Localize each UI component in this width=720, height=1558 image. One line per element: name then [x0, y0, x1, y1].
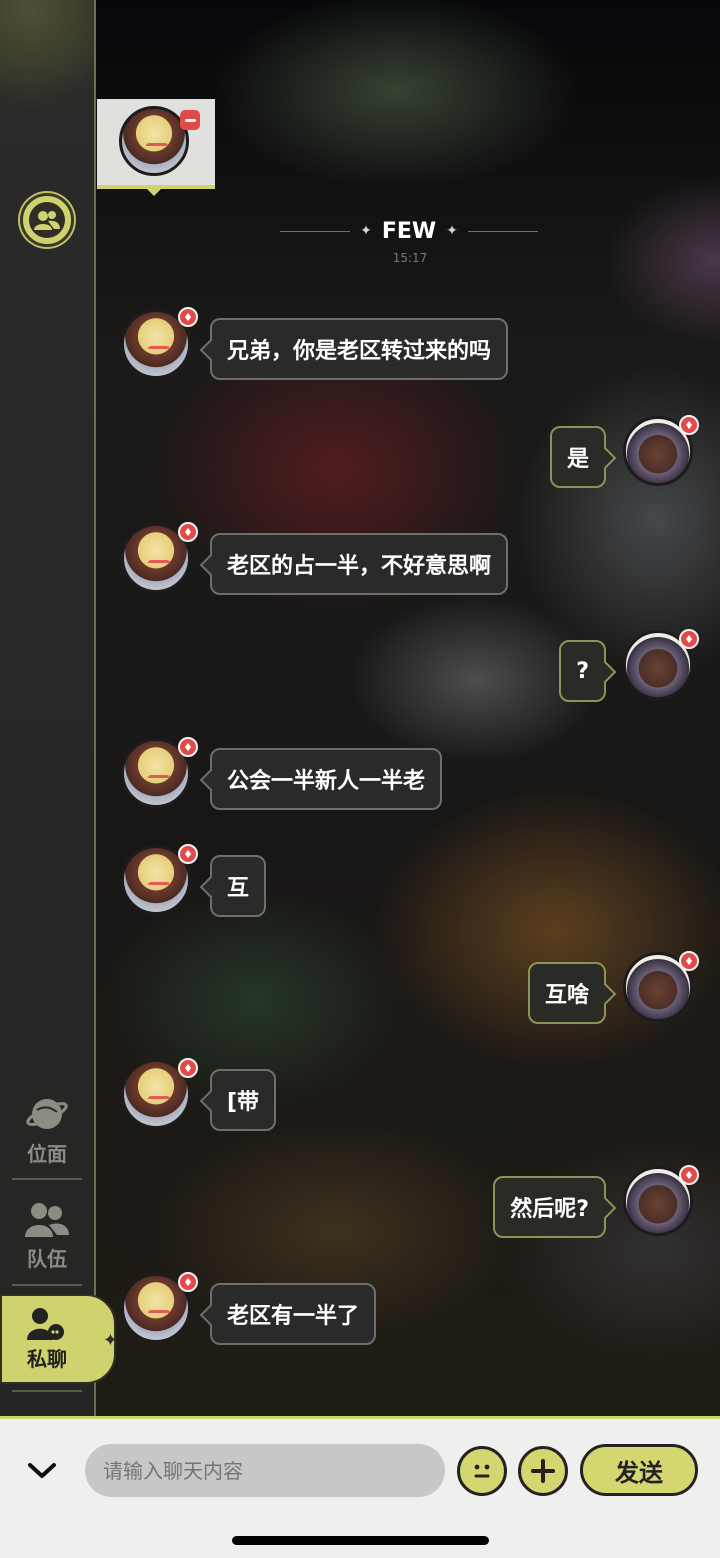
sidebar-item-label: 私聊 — [27, 1346, 67, 1371]
sidebar-decoration — [0, 0, 94, 140]
card-pointer — [147, 189, 161, 196]
rose-badge-icon: ♦ — [178, 1058, 198, 1078]
sidebar-item-label: 位面 — [27, 1141, 67, 1166]
message-input[interactable] — [85, 1444, 445, 1497]
emoji-icon — [474, 1464, 490, 1478]
message-bubble-incoming[interactable]: 老区的占一半，不好意思啊 — [210, 533, 509, 595]
message-bubble-incoming[interactable]: 兄弟，你是老区转过来的吗 — [210, 318, 509, 380]
message-bubble-incoming[interactable]: 公会一半新人一半老 — [210, 748, 443, 810]
rose-badge-icon: ♦ — [679, 1165, 699, 1185]
chat-title: FEW — [381, 218, 437, 244]
sparkle-icon: ✦ — [360, 223, 372, 239]
sidebar-item-label: 队伍 — [27, 1246, 67, 1271]
header-divider — [467, 230, 539, 232]
contacts-button[interactable] — [20, 193, 74, 247]
remove-chat-icon[interactable] — [180, 110, 200, 130]
contacts-icon — [34, 211, 60, 230]
message-timestamp: 15:17 — [392, 251, 428, 265]
team-icon — [25, 1202, 69, 1237]
sidebar-divider — [12, 1178, 82, 1180]
sidebar-divider — [12, 1284, 82, 1286]
rose-badge-icon: ♦ — [178, 522, 198, 542]
sidebar: 位面 队伍 — [0, 0, 96, 1416]
collapse-button[interactable] — [24, 1453, 60, 1489]
sidebar-item-planes[interactable]: 位面 — [0, 1080, 94, 1180]
rose-badge-icon: ♦ — [679, 629, 699, 649]
private-chat-icon — [27, 1307, 64, 1340]
send-button[interactable]: 发送 — [580, 1444, 698, 1496]
plus-icon — [531, 1459, 555, 1483]
add-button[interactable] — [518, 1446, 568, 1496]
rose-badge-icon: ♦ — [679, 951, 699, 971]
rose-badge-icon: ♦ — [178, 1272, 198, 1292]
rose-badge-icon: ♦ — [679, 415, 699, 435]
emoji-button[interactable] — [457, 1446, 507, 1496]
sidebar-item-team[interactable]: 队伍 — [0, 1186, 94, 1286]
chevron-down-icon — [28, 1463, 56, 1478]
message-bubble-incoming[interactable]: [带 — [210, 1069, 277, 1131]
active-marker-icon: ✦ — [102, 1330, 118, 1351]
rose-badge-icon: ♦ — [178, 307, 198, 327]
message-bubble-outgoing[interactable]: ? — [559, 640, 606, 702]
message-bubble-outgoing[interactable]: 是 — [549, 426, 606, 488]
chat-target-avatar[interactable] — [119, 106, 189, 176]
message-bubble-outgoing[interactable]: 互啥 — [527, 962, 606, 1024]
home-indicator — [232, 1536, 489, 1545]
message-bubble-incoming[interactable]: 互 — [210, 855, 267, 917]
header-divider — [280, 230, 351, 232]
message-bubble-outgoing[interactable]: 然后呢? — [493, 1176, 606, 1238]
message-bubble-incoming[interactable]: 老区有一半了 — [210, 1283, 377, 1345]
sidebar-item-private-chat[interactable]: 私聊 ✦ — [0, 1294, 118, 1384]
rose-badge-icon: ♦ — [178, 737, 198, 757]
rose-badge-icon: ♦ — [178, 844, 198, 864]
sparkle-icon: ✦ — [446, 223, 458, 239]
chat-header: ✦ FEW ✦ — [280, 216, 539, 246]
sidebar-divider — [12, 1390, 82, 1392]
planet-icon — [26, 1098, 68, 1129]
